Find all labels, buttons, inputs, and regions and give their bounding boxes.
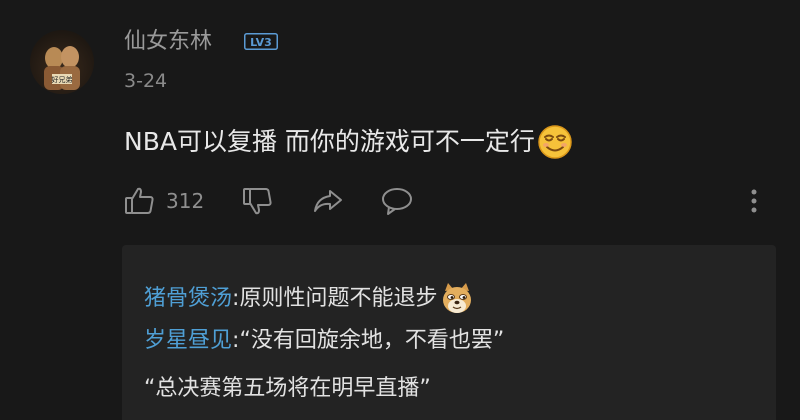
share-button[interactable] bbox=[312, 184, 344, 218]
share-arrow-icon bbox=[312, 185, 344, 217]
more-vertical-icon bbox=[744, 185, 764, 217]
reply-separator: : bbox=[232, 286, 240, 311]
reply-author[interactable]: 猪骨煲汤 bbox=[144, 281, 232, 317]
doge-icon bbox=[439, 281, 475, 317]
thumbs-down-icon bbox=[242, 185, 274, 217]
reply-text: “没有回旋余地，不看也罢” bbox=[239, 328, 505, 353]
reply-item[interactable]: 岁星昼见 : “没有回旋余地，不看也罢” bbox=[144, 323, 504, 359]
avatar[interactable]: 好兄弟 bbox=[30, 30, 94, 94]
thumbs-up-icon bbox=[124, 185, 156, 217]
like-count: 312 bbox=[166, 189, 205, 213]
comment-bubble-icon bbox=[380, 185, 414, 217]
reply-button[interactable] bbox=[380, 184, 414, 218]
level-badge: LV3 bbox=[244, 33, 278, 50]
comment-content: NBA可以复播 而你的游戏可不一定行 bbox=[124, 124, 573, 160]
level-badge-text: LV3 bbox=[250, 36, 272, 49]
replies-box[interactable]: 猪骨煲汤 : 原则性问题不能退步 岁星昼见: “没有回旋余地，不看也罢” “总… bbox=[122, 245, 776, 420]
smirk-face-icon bbox=[537, 124, 573, 160]
comment-actions: 312 bbox=[124, 184, 784, 218]
more-options-button[interactable] bbox=[744, 184, 764, 218]
comment-item: 好兄弟 仙女东林 LV3 3-24 NBA可以复播 而你的游戏可不一定行 312… bbox=[0, 0, 800, 420]
comment-text: NBA可以复播 而你的游戏可不一定行 bbox=[124, 127, 535, 156]
reply-author[interactable]: 岁星昼见 bbox=[144, 323, 232, 359]
comment-date: 3-24 bbox=[124, 70, 168, 92]
reply-item[interactable]: “总决赛第五场将在明早直播” bbox=[144, 371, 431, 407]
reply-item[interactable]: 猪骨煲汤 : 原则性问题不能退步 bbox=[144, 281, 475, 317]
like-button[interactable]: 312 bbox=[124, 184, 204, 218]
avatar-text: 好兄弟 bbox=[52, 75, 73, 84]
username[interactable]: 仙女东林 bbox=[124, 28, 212, 56]
reply-text: 原则性问题不能退步 bbox=[239, 286, 438, 311]
dislike-button[interactable] bbox=[242, 184, 274, 218]
reply-separator: : bbox=[232, 328, 240, 353]
reply-text: “总决赛第五场将在明早直播” bbox=[144, 376, 431, 401]
